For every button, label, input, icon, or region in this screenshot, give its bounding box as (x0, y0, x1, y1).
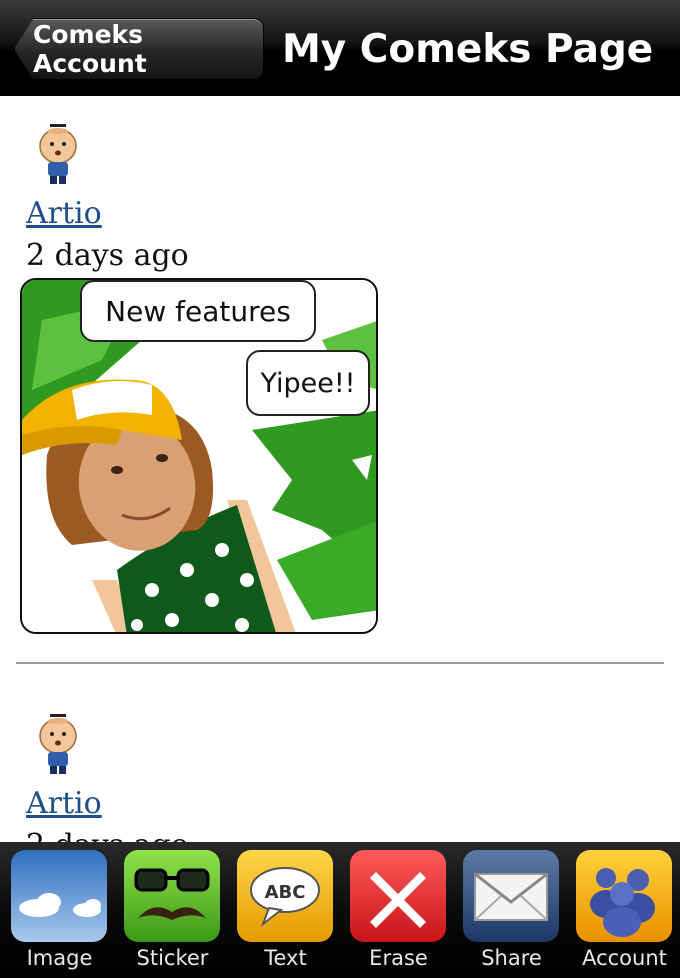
author-link[interactable]: Artio (26, 786, 102, 821)
red-x-icon (350, 850, 446, 942)
envelope-icon (463, 850, 559, 942)
tab-share[interactable]: Share (455, 842, 568, 978)
post-timestamp: 2 days ago (26, 828, 189, 842)
avatar[interactable] (34, 712, 82, 776)
tab-label: Erase (369, 946, 428, 970)
post-divider (16, 662, 664, 664)
tab-account[interactable]: Account (568, 842, 680, 978)
tab-sticker[interactable]: Sticker (116, 842, 229, 978)
tab-erase[interactable]: Erase (342, 842, 455, 978)
tab-label: Share (481, 946, 542, 970)
tab-label: Sticker (136, 946, 209, 970)
tab-bar: Image Sticker ABC Text Erase Share Accou… (0, 842, 680, 978)
comics-feed[interactable]: Artio 2 days ago New features Yipee!! Ar… (0, 96, 680, 842)
back-button[interactable]: Comeks Account (14, 18, 264, 80)
avatar[interactable] (34, 122, 82, 186)
comic-image[interactable]: New features Yipee!! (20, 278, 378, 634)
speech-bubble: Yipee!! (246, 350, 370, 416)
speech-bubble-abc-icon: ABC (237, 850, 333, 942)
post-timestamp: 2 days ago (26, 238, 189, 273)
page-title: My Comeks Page (282, 27, 654, 72)
author-link[interactable]: Artio (26, 196, 102, 231)
icon-glyph: ABC (265, 882, 306, 903)
tab-label: Image (26, 946, 93, 970)
glasses-mustache-icon (124, 850, 220, 942)
tab-text[interactable]: ABC Text (229, 842, 342, 978)
tab-image[interactable]: Image (3, 842, 116, 978)
navigation-bar: Comeks Account My Comeks Page (0, 0, 680, 96)
tab-label: Text (264, 946, 307, 970)
tab-label: Account (582, 946, 667, 970)
speech-bubble: New features (80, 280, 316, 342)
cloud-sky-icon (11, 850, 107, 942)
people-icon (576, 850, 672, 942)
